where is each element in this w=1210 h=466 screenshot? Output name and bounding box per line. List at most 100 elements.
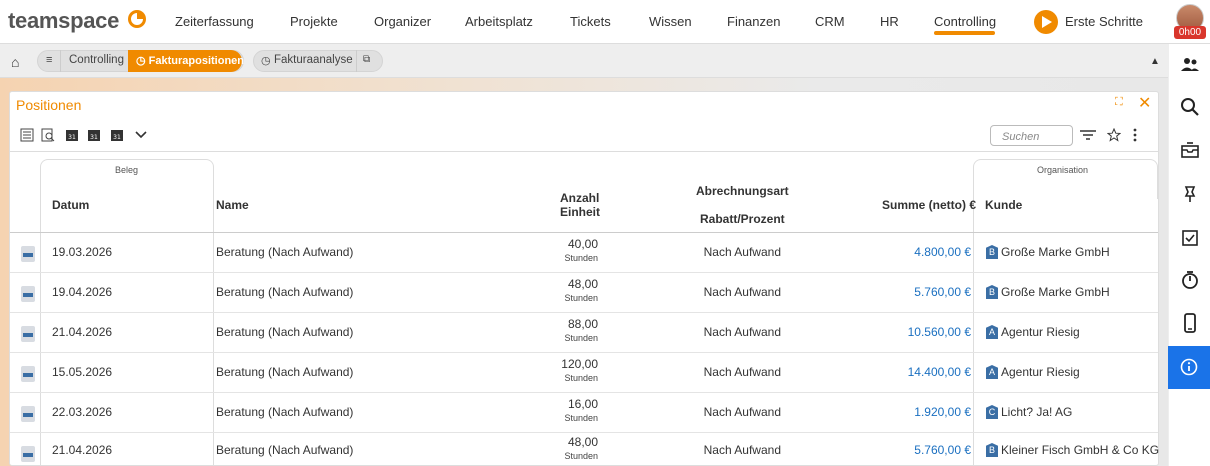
table-row[interactable]: 21.04.2026 Beratung (Nach Aufwand) 48,00… <box>10 433 1159 466</box>
svg-text:31: 31 <box>90 134 98 141</box>
cell-kunde[interactable]: Agentur Riesig <box>1001 325 1080 339</box>
cell-abrechnungsart: Nach Aufwand <box>703 325 781 339</box>
nav-projekte[interactable]: Projekte <box>290 14 338 29</box>
cell-summe[interactable]: 10.560,00 € <box>840 325 971 339</box>
header-anzahl[interactable]: Anzahl <box>560 191 599 205</box>
cell-name: Beratung (Nach Aufwand) <box>216 365 354 379</box>
cell-name: Beratung (Nach Aufwand) <box>216 325 354 339</box>
expand-icon[interactable]: ⛶ <box>1115 96 1123 109</box>
calendar-month-icon[interactable]: 31 <box>110 128 124 142</box>
cell-abrechnungsart: Nach Aufwand <box>703 365 781 379</box>
cell-einheit: Stunden <box>564 333 598 343</box>
nav-wissen[interactable]: Wissen <box>649 14 692 29</box>
nav-crm[interactable]: CRM <box>815 14 845 29</box>
cell-kunde[interactable]: Große Marke GmbH <box>1001 245 1110 259</box>
document-icon[interactable] <box>21 246 35 262</box>
cell-kunde[interactable]: Große Marke GmbH <box>1001 285 1110 299</box>
org-badge-icon: B <box>986 285 998 299</box>
cell-abrechnungsart: Nach Aufwand <box>703 285 781 299</box>
crumb-divider <box>60 50 61 72</box>
nav-finanzen[interactable]: Finanzen <box>727 14 780 29</box>
user-avatar[interactable]: 0h00 <box>1174 4 1206 39</box>
document-icon[interactable] <box>21 326 35 342</box>
play-icon[interactable] <box>1034 10 1058 34</box>
nav-controlling[interactable]: Controlling <box>934 14 996 29</box>
cell-kunde[interactable]: Kleiner Fisch GmbH & Co KG <box>1001 443 1159 457</box>
active-nav-indicator <box>934 31 995 35</box>
header-name[interactable]: Name <box>216 198 249 212</box>
document-icon[interactable] <box>21 406 35 422</box>
header-abrechnungsart[interactable]: Abrechnungsart <box>696 184 789 198</box>
toolbar-divider <box>10 151 1158 152</box>
table-row[interactable]: 19.04.2026 Beratung (Nach Aufwand) 48,00… <box>10 273 1158 313</box>
filter-icon[interactable] <box>1079 128 1097 142</box>
document-search-icon[interactable] <box>41 128 55 142</box>
org-badge-icon: A <box>986 325 998 339</box>
header-rabatt[interactable]: Rabatt/Prozent <box>700 212 785 226</box>
document-icon[interactable] <box>21 446 35 462</box>
collapse-up-icon[interactable]: ▲ <box>1150 56 1160 67</box>
header-kunde[interactable]: Kunde <box>985 198 1022 212</box>
svg-text:31: 31 <box>113 134 121 141</box>
cell-summe[interactable]: 1.920,00 € <box>840 405 971 419</box>
header-datum[interactable]: Datum <box>52 198 89 212</box>
document-icon[interactable] <box>21 286 35 302</box>
cell-datum: 21.04.2026 <box>52 443 113 457</box>
tab-fakturaanalyse-label: Fakturaanalyse <box>274 54 353 66</box>
info-panel-button[interactable] <box>1168 346 1210 389</box>
document-icon[interactable] <box>21 366 35 382</box>
stopwatch-icon[interactable] <box>1180 270 1200 290</box>
calendar-icon[interactable]: 31 <box>65 128 79 142</box>
cell-summe[interactable]: 4.800,00 € <box>840 245 971 259</box>
table-row[interactable]: 19.03.2026 Beratung (Nach Aufwand) 40,00… <box>10 233 1158 273</box>
cell-anzahl: 16,00 <box>567 397 598 411</box>
cell-datum: 19.04.2026 <box>52 285 113 299</box>
more-vertical-icon[interactable] <box>1132 128 1138 142</box>
cell-summe[interactable]: 5.760,00 € <box>840 285 971 299</box>
open-external-icon[interactable]: ⧉ <box>363 54 370 65</box>
mobile-icon[interactable] <box>1180 313 1200 333</box>
cell-summe[interactable]: 5.760,00 € <box>840 443 971 457</box>
cell-kunde[interactable]: Licht? Ja! AG <box>1001 405 1072 419</box>
table-row[interactable]: 21.04.2026 Beratung (Nach Aufwand) 88,00… <box>10 313 1158 353</box>
hamburger-icon[interactable]: ≡ <box>46 54 52 66</box>
cell-kunde[interactable]: Agentur Riesig <box>1001 365 1080 379</box>
cell-datum: 19.03.2026 <box>52 245 113 259</box>
table-row[interactable]: 15.05.2026 Beratung (Nach Aufwand) 120,0… <box>10 353 1158 393</box>
info-icon <box>1180 358 1198 376</box>
pin-icon[interactable] <box>1180 184 1200 204</box>
list-view-icon[interactable] <box>20 128 34 142</box>
app-logo[interactable]: teamspace <box>8 8 119 34</box>
org-badge-icon: C <box>986 405 998 419</box>
close-icon[interactable]: ✕ <box>1138 93 1151 113</box>
inbox-icon[interactable] <box>1180 140 1200 160</box>
nav-zeiterfassung[interactable]: Zeiterfassung <box>175 14 254 29</box>
timer-badge: 0h00 <box>1174 26 1206 39</box>
crumb-controlling[interactable]: Controlling <box>69 54 124 66</box>
tab-fakturapositionen[interactable]: ◷ Fakturapositionen <box>128 50 244 72</box>
org-badge-icon: B <box>986 443 998 457</box>
search-icon[interactable] <box>1180 97 1200 117</box>
cell-abrechnungsart: Nach Aufwand <box>703 405 781 419</box>
star-icon[interactable] <box>1107 128 1121 142</box>
search-input[interactable]: Suchen <box>990 125 1073 146</box>
calendar-range-icon[interactable]: 31 <box>87 128 101 142</box>
people-icon[interactable] <box>1180 55 1200 75</box>
header-einheit[interactable]: Einheit <box>560 205 600 219</box>
nav-tickets[interactable]: Tickets <box>570 14 611 29</box>
cell-summe[interactable]: 14.400,00 € <box>840 365 971 379</box>
table-row[interactable]: 22.03.2026 Beratung (Nach Aufwand) 16,00… <box>10 393 1158 433</box>
top-navigation: teamspace Zeiterfassung Projekte Organiz… <box>0 0 1210 44</box>
tasks-icon[interactable] <box>1180 227 1200 247</box>
nav-hr[interactable]: HR <box>880 14 899 29</box>
tab-fakturapositionen-label: Fakturapositionen <box>148 55 244 67</box>
nav-organizer[interactable]: Organizer <box>374 14 431 29</box>
erste-schritte-link[interactable]: Erste Schritte <box>1065 14 1143 29</box>
crumb-divider <box>356 50 357 72</box>
cell-datum: 22.03.2026 <box>52 405 113 419</box>
clock-icon: ◷ <box>261 55 271 67</box>
chevron-down-icon[interactable] <box>134 128 148 142</box>
header-summe[interactable]: Summe (netto) € <box>882 198 976 212</box>
home-icon[interactable]: ⌂ <box>11 54 19 70</box>
nav-arbeitsplatz[interactable]: Arbeitsplatz <box>465 14 533 29</box>
